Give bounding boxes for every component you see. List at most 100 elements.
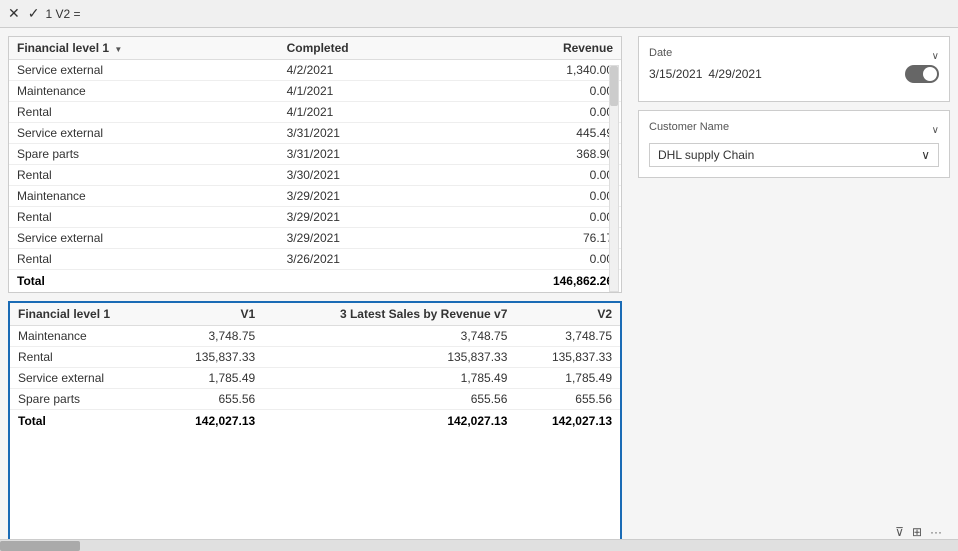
date-row: 3/15/2021 4/29/2021 xyxy=(649,65,939,83)
cell-v1: 135,837.33 xyxy=(159,347,264,368)
cell-revenue: 368.90 xyxy=(452,144,621,165)
col-dropdown-icon[interactable]: ▼ xyxy=(114,45,122,54)
table-row: Service external 4/2/2021 1,340.00 xyxy=(9,60,621,81)
table-row: Maintenance 3,748.75 3,748.75 3,748.75 xyxy=(10,326,620,347)
cell-revenue: 0.00 xyxy=(452,249,621,270)
table-row: Service external 3/31/2021 445.49 xyxy=(9,123,621,144)
bottom-footer-v1: 142,027.13 xyxy=(159,410,264,433)
bottom-footer-v7: 142,027.13 xyxy=(263,410,515,433)
customer-filter-card: Customer Name ∨ DHL supply Chain ∨ xyxy=(638,110,950,178)
cell-revenue: 0.00 xyxy=(452,81,621,102)
bottom-footer-label: Total xyxy=(10,410,159,433)
cell-completed: 3/29/2021 xyxy=(279,228,452,249)
cell-revenue: 0.00 xyxy=(452,186,621,207)
cell-completed: 3/26/2021 xyxy=(279,249,452,270)
table-icon[interactable]: ⊞ xyxy=(912,525,922,539)
table-row: Service external 1,785.49 1,785.49 1,785… xyxy=(10,368,620,389)
date-filter-label: Date xyxy=(649,47,672,59)
table-row: Spare parts 655.56 655.56 655.56 xyxy=(10,389,620,410)
cell-completed: 3/29/2021 xyxy=(279,186,452,207)
table-row: Spare parts 3/31/2021 368.90 xyxy=(9,144,621,165)
cell-revenue: 1,340.00 xyxy=(452,60,621,81)
bottom-scrollbar[interactable] xyxy=(0,539,958,551)
cell-financial: Service external xyxy=(9,228,279,249)
bottom-col-v2[interactable]: V2 xyxy=(515,303,620,326)
top-table-footer-value: 146,862.26 xyxy=(452,270,621,293)
check-icon[interactable]: ✓ xyxy=(26,5,42,22)
cell-financial: Rental xyxy=(10,347,159,368)
bottom-col-latest-sales[interactable]: 3 Latest Sales by Revenue v7 xyxy=(263,303,515,326)
table-row: Rental 135,837.33 135,837.33 135,837.33 xyxy=(10,347,620,368)
bottom-col-v1[interactable]: V1 xyxy=(159,303,264,326)
customer-selected-value: DHL supply Chain xyxy=(658,148,754,162)
left-panel: Financial level 1 ▼ Completed Revenue Se… xyxy=(0,28,630,551)
top-table: Financial level 1 ▼ Completed Revenue Se… xyxy=(9,37,621,292)
table-row: Maintenance 4/1/2021 0.00 xyxy=(9,81,621,102)
table-row: Rental 4/1/2021 0.00 xyxy=(9,102,621,123)
main-content: Financial level 1 ▼ Completed Revenue Se… xyxy=(0,28,958,551)
cell-financial: Rental xyxy=(9,165,279,186)
date-filter-card: Date ∨ 3/15/2021 4/29/2021 xyxy=(638,36,950,102)
cell-financial: Rental xyxy=(9,102,279,123)
right-panel: Date ∨ 3/15/2021 4/29/2021 Customer Name… xyxy=(630,28,958,551)
cell-v7: 135,837.33 xyxy=(263,347,515,368)
cell-financial: Maintenance xyxy=(9,186,279,207)
cell-financial: Spare parts xyxy=(9,144,279,165)
cell-v7: 1,785.49 xyxy=(263,368,515,389)
cell-completed: 4/1/2021 xyxy=(279,81,452,102)
table-row: Rental 3/29/2021 0.00 xyxy=(9,207,621,228)
table-row: Service external 3/29/2021 76.17 xyxy=(9,228,621,249)
bottom-footer-v2: 142,027.13 xyxy=(515,410,620,433)
cell-financial: Spare parts xyxy=(10,389,159,410)
cell-v7: 3,748.75 xyxy=(263,326,515,347)
cell-financial: Rental xyxy=(9,249,279,270)
cell-v1: 1,785.49 xyxy=(159,368,264,389)
cell-v2: 1,785.49 xyxy=(515,368,620,389)
cell-completed: 3/31/2021 xyxy=(279,123,452,144)
cell-revenue: 76.17 xyxy=(452,228,621,249)
toggle-switch[interactable] xyxy=(905,65,939,83)
date-filter-header[interactable]: Date ∨ xyxy=(649,47,939,65)
close-icon[interactable]: ✕ xyxy=(6,5,22,22)
cell-v1: 655.56 xyxy=(159,389,264,410)
table-row: Rental 3/26/2021 0.00 xyxy=(9,249,621,270)
col-financial-level[interactable]: Financial level 1 ▼ xyxy=(9,37,279,60)
scroll-indicator[interactable] xyxy=(609,65,619,292)
cell-revenue: 0.00 xyxy=(452,207,621,228)
cell-financial: Maintenance xyxy=(10,326,159,347)
customer-filter-header[interactable]: Customer Name ∨ xyxy=(649,121,939,139)
customer-filter-label: Customer Name xyxy=(649,121,729,133)
cell-v2: 655.56 xyxy=(515,389,620,410)
table-row: Rental 3/30/2021 0.00 xyxy=(9,165,621,186)
cell-revenue: 445.49 xyxy=(452,123,621,144)
toggle-oval xyxy=(905,65,939,83)
customer-chevron-icon[interactable]: ∨ xyxy=(932,125,939,136)
cell-financial: Maintenance xyxy=(9,81,279,102)
date-chevron-icon[interactable]: ∨ xyxy=(932,51,939,62)
bottom-table: Financial level 1 V1 3 Latest Sales by R… xyxy=(10,303,620,432)
date-end: 4/29/2021 xyxy=(708,67,761,81)
filter-icon[interactable]: ⊽ xyxy=(895,525,904,539)
cell-v2: 135,837.33 xyxy=(515,347,620,368)
cell-completed: 3/29/2021 xyxy=(279,207,452,228)
col-revenue[interactable]: Revenue xyxy=(452,37,621,60)
customer-value-chevron-icon: ∨ xyxy=(921,148,930,162)
more-icon[interactable]: ··· xyxy=(930,525,942,539)
h-scroll-thumb xyxy=(0,541,80,551)
cell-financial: Service external xyxy=(9,123,279,144)
bottom-table-panel: Financial level 1 V1 3 Latest Sales by R… xyxy=(8,301,622,543)
col-completed[interactable]: Completed xyxy=(279,37,452,60)
cell-financial: Rental xyxy=(9,207,279,228)
formula-text: 1 V2 = xyxy=(45,7,80,21)
toolbar: ✕ ✓ 1 V2 = xyxy=(0,0,958,28)
bottom-col-financial-level[interactable]: Financial level 1 xyxy=(10,303,159,326)
cell-completed: 3/31/2021 xyxy=(279,144,452,165)
table-row: Maintenance 3/29/2021 0.00 xyxy=(9,186,621,207)
top-table-panel: Financial level 1 ▼ Completed Revenue Se… xyxy=(8,36,622,293)
customer-dropdown[interactable]: DHL supply Chain ∨ xyxy=(649,143,939,167)
cell-revenue: 0.00 xyxy=(452,165,621,186)
scroll-thumb xyxy=(610,66,618,106)
cell-revenue: 0.00 xyxy=(452,102,621,123)
date-start: 3/15/2021 xyxy=(649,67,702,81)
cell-v1: 3,748.75 xyxy=(159,326,264,347)
